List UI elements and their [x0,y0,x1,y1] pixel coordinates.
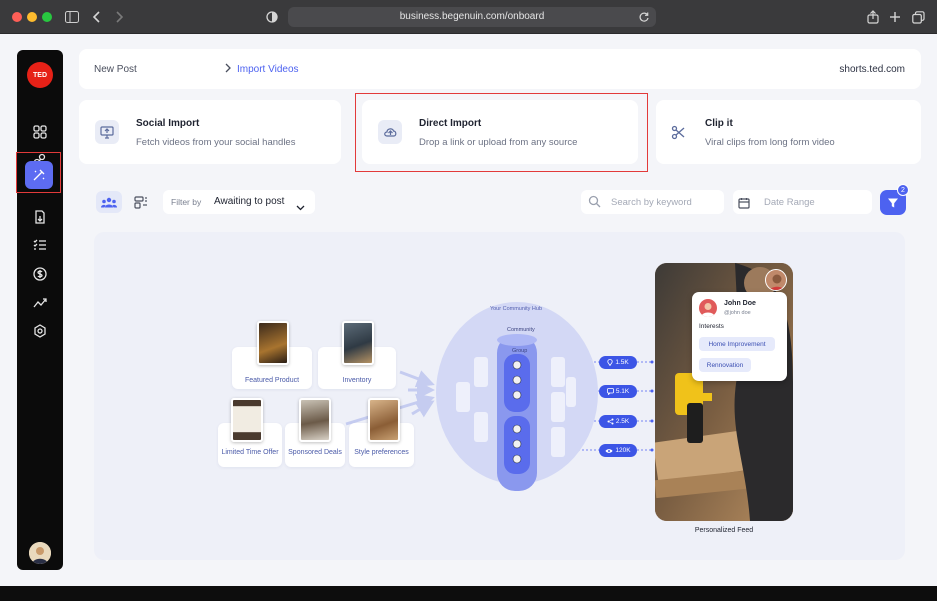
search-icon [588,195,601,213]
interest-chip: Home Improvement [699,337,775,351]
settings-icon[interactable] [28,319,52,343]
funnel-icon [888,198,898,207]
breadcrumb-import-videos[interactable]: Import Videos [237,64,299,75]
tab-overview-icon[interactable] [909,8,927,26]
browser-toolbar: business.begenuin.com/onboard [0,0,937,34]
close-window-button[interactable] [12,12,22,22]
user-avatar[interactable] [29,542,51,564]
forward-icon[interactable] [110,8,128,26]
sidebar: TED [17,50,63,570]
dollar-icon[interactable] [28,262,52,286]
hub-diagram [456,334,576,491]
layout-icon [134,195,147,209]
interest-chip: Rennovation [699,358,751,372]
address-bar[interactable]: business.begenuin.com/onboard [288,7,656,27]
clip-it-subtitle: Viral clips from long form video [705,137,835,148]
social-import-subtitle: Fetch videos from your social handles [136,137,296,148]
import-icon[interactable] [28,205,52,229]
maximize-window-button[interactable] [42,12,52,22]
scissors-icon [666,120,690,144]
profile-avatar [699,299,717,317]
date-range-placeholder: Date Range [764,197,815,208]
creator-avatar [765,269,787,291]
list-icon[interactable] [28,233,52,257]
empty-state-illustration: Featured Product Inventory Limited Time … [94,232,905,560]
share-nodes-icon [607,418,614,425]
minimize-window-button[interactable] [27,12,37,22]
personalized-feed-label: Personalized Feed [694,527,754,534]
search-input[interactable]: Search by keyword [581,190,724,214]
source-label: Sponsored Deals [288,449,342,456]
analytics-icon[interactable] [28,291,52,315]
new-tab-icon[interactable] [886,8,904,26]
stat-pill: 5.1K [599,385,637,398]
hub-group-label: Group [512,348,528,354]
social-import-title: Social Import [136,118,200,129]
community-domain: shorts.ted.com [839,64,905,75]
profile-handle: @john doe [724,310,751,316]
source-label: Limited Time Offer [221,449,279,456]
sponsored-deals-thumbnail [299,398,331,442]
social-import-card[interactable]: Social Import Fetch videos from your soc… [79,100,341,164]
filter-value: Awaiting to post [214,196,285,207]
stat-value: 120K [615,447,631,454]
filter-dropdown[interactable]: Filter by Awaiting to post [163,190,315,214]
search-placeholder: Search by keyword [611,197,692,208]
eye-icon [605,448,613,453]
monitor-upload-icon [95,120,119,144]
chat-icon [606,388,614,395]
stat-value: 2.5K [615,418,630,425]
filter-by-label: Filter by [171,197,202,207]
breadcrumb-new-post[interactable]: New Post [94,64,137,75]
profile-card: John Doe @john doe Interests Home Improv… [692,292,787,381]
filter-count-badge: 2 [897,184,909,196]
clip-it-title: Clip it [705,118,733,129]
community-view-toggle[interactable] [96,191,122,213]
inventory-thumbnail [342,321,374,365]
stat-value: 1.5K [615,359,629,366]
dashboard-grid-icon[interactable] [28,120,52,144]
source-label: Inventory [342,377,372,384]
date-range-input[interactable]: Date Range [733,190,872,214]
limited-time-offer-thumbnail [231,398,263,442]
stat-pill: 1.5K [599,356,637,369]
chevron-right-icon [224,63,232,76]
clip-it-card[interactable]: Clip it Viral clips from long form video [656,100,921,164]
stat-pill: 120K [599,444,637,457]
app-window: TED New Post Import Videos shorts.ted.co… [0,34,937,586]
sidebar-highlight-box [16,152,61,193]
hub-title: Your Community Hub [489,306,543,312]
calendar-icon [738,196,750,214]
location-icon [607,359,613,366]
back-icon[interactable] [88,8,106,26]
source-label: Style preferences [354,449,409,456]
style-preferences-thumbnail [368,398,400,442]
ted-logo[interactable]: TED [27,62,53,88]
breadcrumb-bar: New Post Import Videos shorts.ted.com [79,49,921,89]
profile-name: John Doe [724,300,756,307]
url-text: business.begenuin.com/onboard [399,11,545,22]
share-icon[interactable] [864,8,882,26]
stat-value: 5.1K [615,388,630,395]
source-label: Featured Product [244,377,300,384]
featured-product-thumbnail [257,321,289,365]
users-icon [101,197,117,207]
direct-import-highlight-box [355,93,648,172]
chevron-down-icon [296,198,305,216]
grid-view-toggle[interactable] [128,191,154,213]
reload-icon[interactable] [638,10,650,28]
privacy-shield-icon[interactable] [263,8,281,26]
stat-pill: 2.5K [599,415,637,428]
interests-label: Interests [699,323,724,330]
sidebar-toggle-icon[interactable] [63,8,81,26]
window-bottom-edge [0,586,937,601]
